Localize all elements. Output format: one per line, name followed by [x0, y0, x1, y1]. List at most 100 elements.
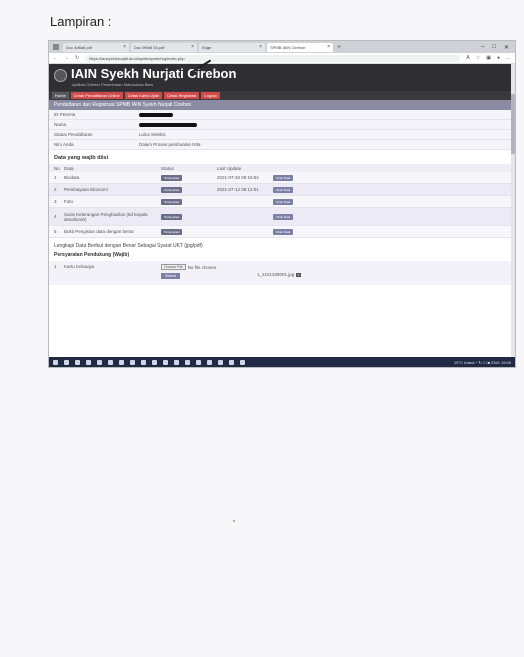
ubah-data-button[interactable]: Ubah Data [273, 213, 294, 220]
explorer-icon[interactable] [108, 359, 113, 365]
browser-tools: A ☆ ▣ ● … [466, 55, 511, 61]
edge-icon[interactable] [97, 359, 102, 365]
upload-control: Choose File No file chosen Submit [161, 264, 257, 285]
uploaded-file-name[interactable]: 1_2101338001.jpg [257, 272, 294, 277]
ubah-data-button[interactable]: Ubah Data [273, 174, 294, 181]
app-icon[interactable] [229, 359, 234, 365]
info-row: Status Pendaftaran Lulus Seleksi [49, 130, 515, 140]
table-row: 2 Pembiayaan Ekonomi Terlengkapi 2021-07… [49, 184, 515, 196]
search-icon[interactable] [64, 359, 69, 365]
site-header: IAIN Syekh Nurjati Cirebon Aplikasi Sele… [49, 64, 515, 100]
app-icon[interactable] [141, 359, 146, 365]
mail-icon[interactable] [130, 359, 135, 365]
delete-file-icon[interactable]: ✕ [296, 272, 301, 277]
refresh-icon[interactable]: ↻ [75, 55, 79, 61]
table-row: 3 Foto Terlengkapi Ubah Data [49, 196, 515, 208]
back-icon[interactable]: ← [53, 55, 58, 61]
info-key: Nim Anda [54, 142, 74, 147]
status-badge: Terlengkapi [161, 213, 183, 220]
no-file-text: No file chosen [187, 264, 217, 270]
tab-label: Doc 4d5a8.pdf [66, 44, 93, 50]
row-data: Surat Keterangan Penghasilan (ttd kepala… [64, 211, 148, 222]
info-value: Dalam Proses pembuatan NIM [139, 142, 201, 147]
row-no: 4 [54, 214, 57, 219]
lengkapi-note: Lengkapi Data Berikut dengan Benar Sebag… [54, 243, 203, 249]
task-view-icon[interactable] [75, 359, 80, 365]
maximize-icon[interactable]: □ [492, 44, 496, 51]
browser-tab-3[interactable]: Edge × [199, 42, 265, 52]
tab-label: Edge [202, 44, 212, 50]
upload-row: 1 Kartu Keluarga Choose File No file cho… [49, 261, 515, 285]
forward-icon[interactable]: → [64, 55, 69, 61]
ubah-data-button[interactable]: Ubah Data [273, 228, 294, 235]
app-icon[interactable] [185, 359, 190, 365]
app-icon[interactable] [163, 359, 168, 365]
info-value: Lulus Seleksi [139, 132, 166, 137]
submit-button[interactable]: Submit [161, 273, 180, 279]
redacted-value [139, 122, 197, 127]
system-tray[interactable]: 19°C Kabut ^ ↻ ☐ ■ ENG 19:09 [454, 360, 511, 365]
uploaded-file: 1_2101338001.jpg ✕ [257, 264, 301, 285]
data-table-body: 1 Biodata Terlengkapi 2021-07-33 05:16:5… [49, 172, 515, 238]
window-controls: – □ ✕ [481, 44, 515, 51]
status-badge: Terlengkapi [161, 174, 183, 181]
col-update: Last Update [217, 165, 242, 171]
close-icon[interactable]: × [191, 44, 194, 50]
window-menu-icon[interactable] [53, 44, 59, 50]
row-data: Bukti Pengisian data dengan benar [64, 229, 135, 234]
table-row: 4 Surat Keterangan Penghasilan (ttd kepa… [49, 208, 515, 226]
close-window-icon[interactable]: ✕ [504, 44, 509, 51]
nav-logout[interactable]: Logout [201, 92, 220, 99]
info-key: Nama [54, 122, 67, 127]
app-icon[interactable] [207, 359, 212, 365]
collections-icon[interactable]: ▣ [486, 55, 491, 61]
url-input[interactable]: https://iaucyekhnurjati.ac.id/spmb/spmb/… [85, 54, 461, 62]
row-label: Kartu Keluarga [64, 264, 95, 269]
choose-file-button[interactable]: Choose File [161, 264, 186, 270]
nav-cetak-kartu[interactable]: Cetak Kartu Ujian [124, 92, 163, 99]
browser-tab-4[interactable]: SPMB IAIN Cirebon × [267, 42, 333, 52]
close-icon[interactable]: × [123, 44, 126, 50]
store-icon[interactable] [119, 359, 124, 365]
close-icon[interactable]: × [327, 44, 330, 50]
profile-icon[interactable]: ● [497, 55, 500, 61]
row-no: 1 [54, 175, 57, 180]
minimize-icon[interactable]: – [481, 44, 484, 51]
more-icon[interactable]: … [506, 55, 511, 61]
browser-tab-1[interactable]: Doc 4d5a8.pdf × [63, 42, 129, 52]
new-tab-icon[interactable]: + [337, 44, 341, 51]
site-nav: Home Cetak Pendaftaran Online Cetak Kart… [49, 91, 515, 100]
info-key: Status Pendaftaran [54, 132, 93, 137]
app-icon[interactable] [152, 359, 157, 365]
row-no: 3 [54, 199, 57, 204]
page-scrollbar[interactable] [511, 64, 515, 359]
nav-cetak-pendaftaran[interactable]: Cetak Pendaftaran Online [70, 92, 123, 99]
browser-tab-2[interactable]: Doc 9f0e8 53.pdf × [131, 42, 197, 52]
app-icon[interactable] [174, 359, 179, 365]
app-icon[interactable] [240, 359, 245, 365]
info-row: ID Peserta [49, 110, 515, 120]
favorite-icon[interactable]: ☆ [476, 55, 480, 61]
start-icon[interactable] [53, 359, 58, 365]
row-data: Pembiayaan Ekonomi [64, 187, 108, 192]
col-data: Data [64, 165, 74, 171]
row-no: 5 [54, 229, 57, 234]
browser-screenshot: Doc 4d5a8.pdf × Doc 9f0e8 53.pdf × Edge × S… [48, 40, 516, 368]
widgets-icon[interactable] [86, 359, 91, 365]
scroll-thumb[interactable] [511, 94, 515, 154]
close-icon[interactable]: × [259, 44, 262, 50]
nav-home[interactable]: Home [52, 92, 69, 99]
app-icon[interactable] [196, 359, 201, 365]
status-badge: Terlengkapi [161, 186, 183, 193]
read-aloud-icon[interactable]: A [466, 55, 469, 61]
status-badge: Terlengkapi [161, 228, 183, 235]
table-row: 5 Bukti Pengisian data dengan benar Terl… [49, 226, 515, 238]
ubah-data-button[interactable]: Ubah Data [273, 198, 294, 205]
ubah-data-button[interactable]: Ubah Data [273, 186, 294, 193]
col-status: Status [161, 165, 174, 171]
page-banner: Pendaftaran dan Registrasi SPMB IAIN Sye… [49, 100, 515, 110]
browser-tab-bar: Doc 4d5a8.pdf × Doc 9f0e8 53.pdf × Edge × S… [49, 41, 515, 53]
nav-cetak-registrasi[interactable]: Cetak Registrasi [164, 92, 200, 99]
app-icon[interactable] [218, 359, 223, 365]
row-data: Biodata [64, 175, 80, 180]
